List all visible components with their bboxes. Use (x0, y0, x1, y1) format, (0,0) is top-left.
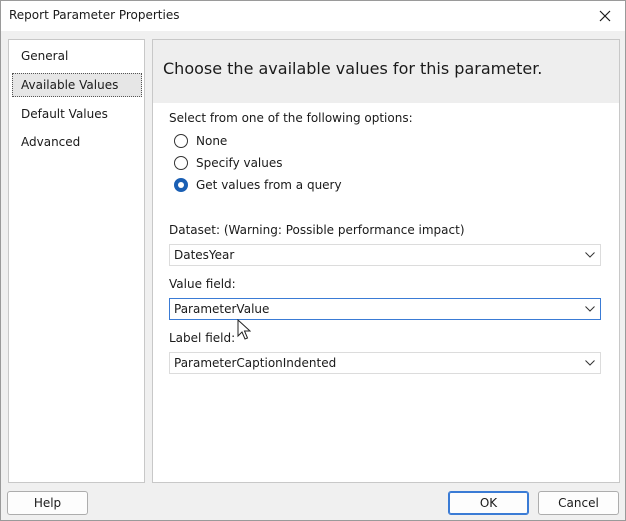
mouse-pointer-icon (237, 319, 251, 340)
help-button[interactable]: Help (7, 491, 88, 515)
sidebar-item-available-values[interactable]: Available Values (12, 73, 142, 97)
dataset-dropdown[interactable]: DatesYear (169, 244, 601, 266)
dataset-value: DatesYear (174, 248, 235, 262)
dropdown-arrow[interactable] (580, 299, 600, 319)
sidebar-item-default-values[interactable]: Default Values (12, 102, 142, 126)
close-icon (599, 10, 611, 22)
radio-get-values-from-query[interactable]: Get values from a query (174, 176, 342, 194)
radio-specify-values-label: Specify values (196, 156, 283, 170)
radio-specify-values-button[interactable] (174, 156, 188, 170)
panel-header: Choose the available values for this par… (153, 40, 619, 103)
radio-none-label: None (196, 134, 228, 148)
chevron-down-icon (585, 306, 595, 312)
sidebar-item-label: General (21, 49, 69, 63)
chevron-down-icon (585, 360, 595, 366)
radio-none-button[interactable] (174, 134, 188, 148)
options-label: Select from one of the following options… (169, 111, 413, 125)
dropdown-arrow[interactable] (580, 353, 600, 373)
close-button[interactable] (585, 1, 625, 31)
radio-get-values-from-query-button[interactable] (174, 178, 188, 192)
label-field-dropdown[interactable]: ParameterCaptionIndented (169, 352, 601, 374)
sidebar-item-label: Available Values (21, 78, 119, 92)
value-field-value: ParameterValue (174, 302, 270, 316)
sidebar-item-advanced[interactable]: Advanced (12, 130, 142, 154)
cancel-button[interactable]: Cancel (538, 491, 619, 515)
sidebar-nav: General Available Values Default Values … (8, 39, 145, 483)
title-bar: Report Parameter Properties (1, 1, 625, 31)
label-field-label: Label field: (169, 331, 236, 345)
value-field-label: Value field: (169, 277, 236, 291)
sidebar-item-general[interactable]: General (12, 44, 142, 68)
window-title: Report Parameter Properties (9, 8, 180, 22)
radio-get-values-from-query-label: Get values from a query (196, 178, 342, 192)
radio-specify-values[interactable]: Specify values (174, 154, 283, 172)
report-parameter-properties-dialog: Report Parameter Properties General Avai… (0, 0, 626, 521)
available-values-panel: Choose the available values for this par… (152, 39, 620, 483)
label-field-value: ParameterCaptionIndented (174, 356, 337, 370)
page-title: Choose the available values for this par… (163, 59, 543, 78)
radio-none[interactable]: None (174, 132, 227, 150)
value-field-dropdown[interactable]: ParameterValue (169, 298, 601, 320)
dataset-label: Dataset: (Warning: Possible performance … (169, 223, 465, 237)
sidebar-item-label: Advanced (21, 135, 81, 149)
ok-button[interactable]: OK (448, 491, 529, 515)
sidebar-item-label: Default Values (21, 107, 108, 121)
chevron-down-icon (585, 252, 595, 258)
dropdown-arrow[interactable] (580, 245, 600, 265)
